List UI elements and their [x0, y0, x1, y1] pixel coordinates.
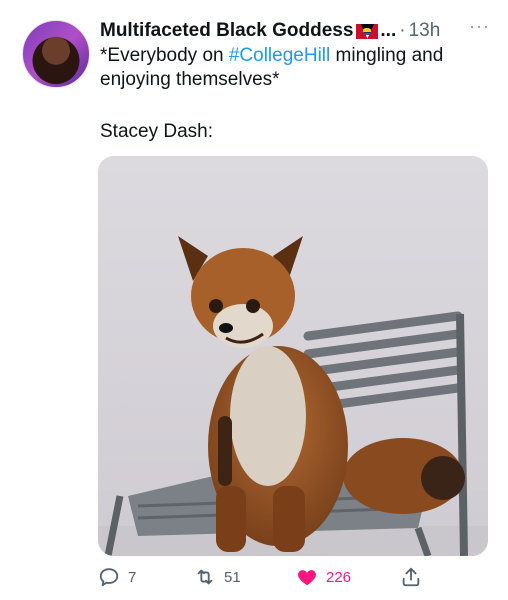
- heart-icon: [298, 570, 316, 586]
- more-icon[interactable]: ···: [469, 16, 490, 37]
- like-count: 226: [326, 568, 352, 586]
- hashtag-link[interactable]: #CollegeHill: [229, 45, 330, 66]
- separator-dot: ·: [399, 20, 406, 41]
- tweet-header: Multifaceted Black Goddess ... · 13h ···: [100, 16, 490, 44]
- tweet-actions: 7 51 226: [98, 566, 488, 592]
- author-name[interactable]: Multifaceted Black Goddess: [100, 20, 353, 42]
- retweet-count: 51: [224, 568, 241, 586]
- share-button[interactable]: [400, 566, 430, 588]
- tweet-text: *Everybody on #CollegeHill mingling and …: [100, 44, 480, 92]
- reply-count: 7: [128, 568, 137, 586]
- tweet-text-start: *Everybody on: [100, 45, 229, 66]
- reply-button[interactable]: 7: [98, 566, 136, 588]
- avatar[interactable]: [22, 20, 90, 88]
- reply-icon: [99, 568, 119, 587]
- flag-icon: [356, 23, 379, 39]
- share-icon: [402, 567, 420, 587]
- tweet-photo[interactable]: [98, 156, 488, 556]
- timestamp[interactable]: 13h: [409, 20, 441, 42]
- retweet-button[interactable]: 51: [194, 566, 241, 588]
- tweet-text-second-line: Stacey Dash:: [100, 121, 213, 142]
- stuffed-fox-image: [98, 156, 488, 556]
- like-button[interactable]: 226: [296, 566, 351, 588]
- name-ellipsis: ...: [380, 20, 397, 41]
- retweet-icon: [197, 569, 213, 585]
